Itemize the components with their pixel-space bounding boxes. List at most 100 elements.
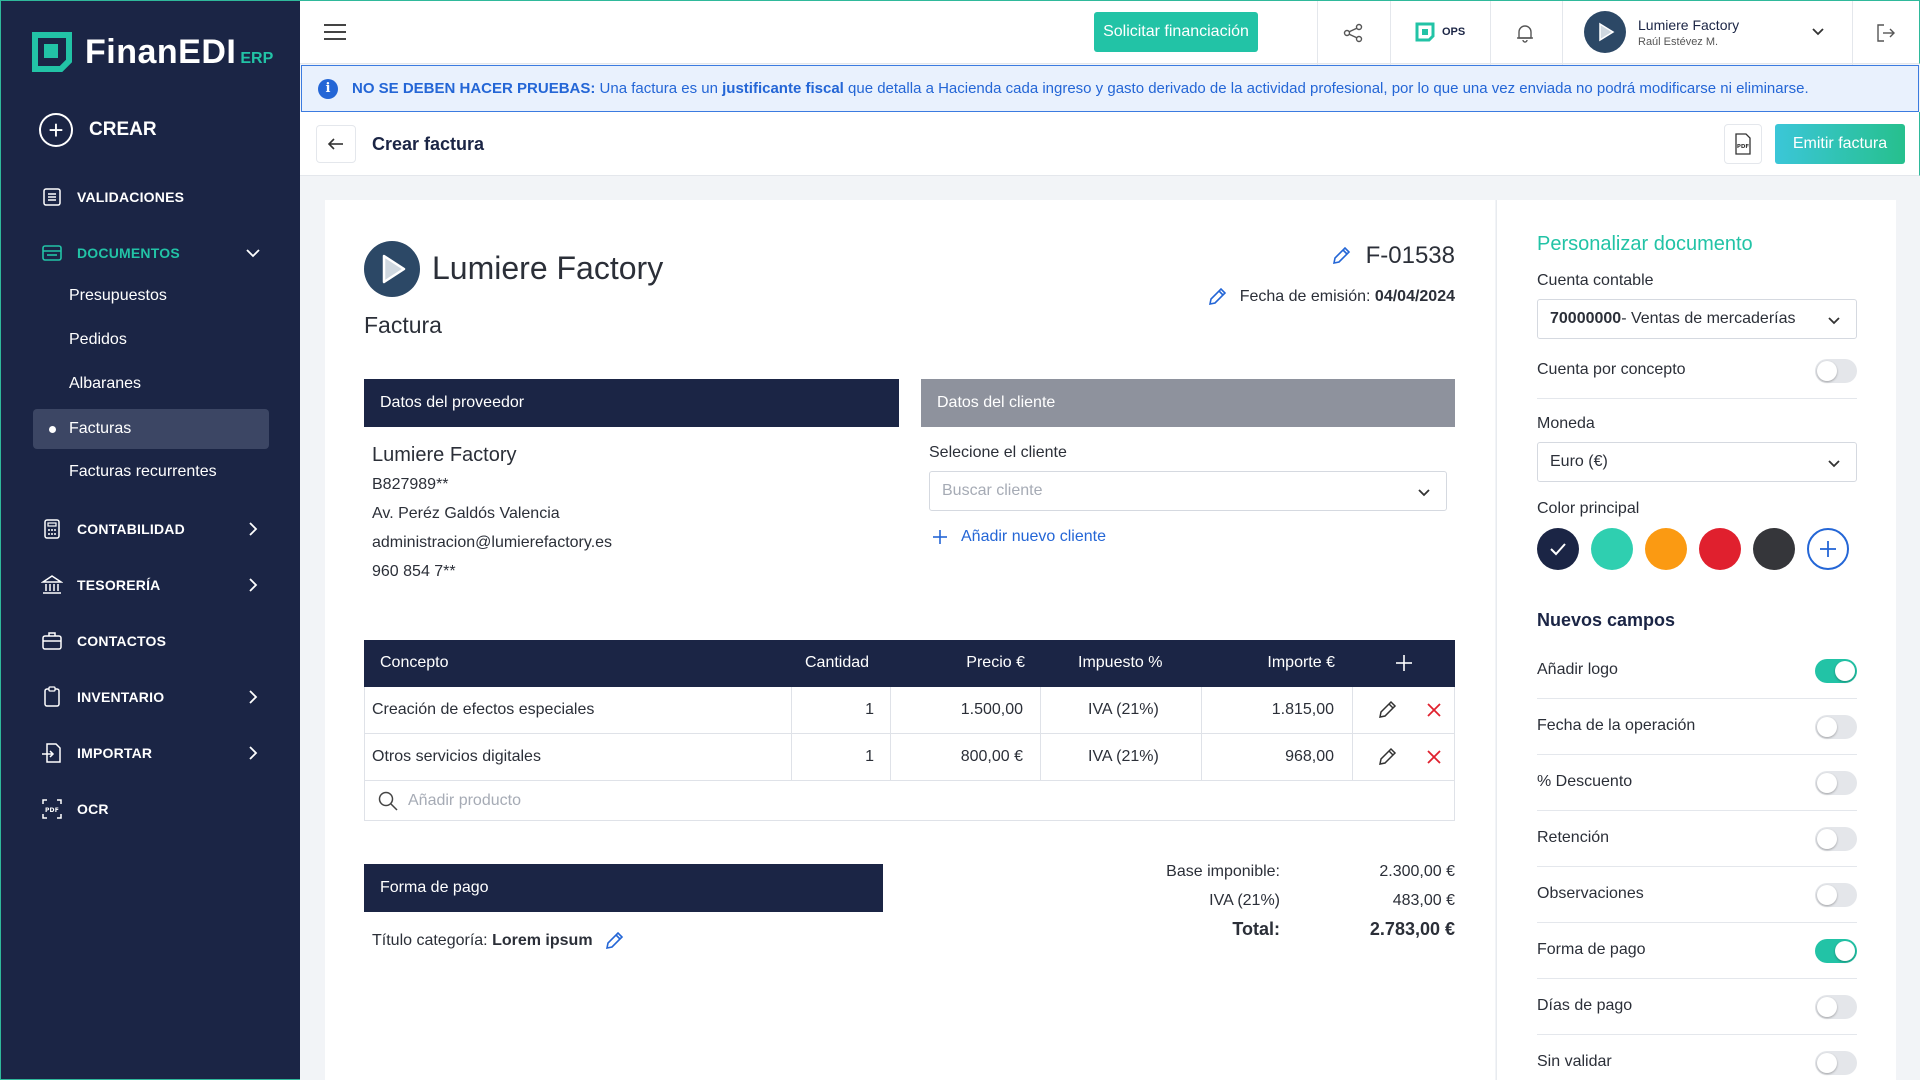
sidebar-item-contabilidad[interactable]: CONTABILIDAD — [41, 513, 271, 545]
color-swatch[interactable] — [1591, 528, 1633, 570]
back-button[interactable] — [316, 125, 356, 163]
user-menu[interactable]: Lumiere Factory Raúl Estévez M. — [1584, 11, 1739, 53]
bell-icon[interactable] — [1513, 21, 1537, 45]
table-row[interactable]: Otros servicios digitales 1 800,00 € IVA… — [364, 734, 1455, 781]
add-product-input[interactable]: Añadir producto — [364, 781, 1455, 821]
issue-date[interactable]: Fecha de emisión: 04/04/2024 — [1206, 286, 1455, 308]
cell-quantity: 1 — [865, 748, 874, 765]
sidebar-item-label: INVENTARIO — [77, 689, 165, 705]
divider — [1040, 687, 1041, 733]
page-header: Crear factura PDF Emitir factura — [300, 112, 1920, 176]
pdf-preview-button[interactable]: PDF — [1724, 124, 1762, 164]
payment-category-label: Título categoría: — [372, 932, 488, 949]
new-fields-title: Nuevos campos — [1537, 610, 1676, 630]
sidebar-item-validaciones[interactable]: VALIDACIONES — [41, 181, 271, 213]
alert-strong: NO SE DEBEN HACER PRUEBAS: — [352, 80, 596, 97]
sidebar-subitem-facturas-recurrentes[interactable]: Facturas recurrentes — [33, 452, 269, 492]
color-swatch[interactable] — [1699, 528, 1741, 570]
document-type: Factura — [364, 312, 442, 338]
user-name: Lumiere Factory — [1638, 16, 1740, 33]
field-toggle-row: Días de pago — [1537, 979, 1857, 1035]
color-swatch[interactable] — [1753, 528, 1795, 570]
import-file-icon — [41, 742, 63, 764]
field-toggle-switch[interactable] — [1815, 995, 1857, 1019]
pencil-icon[interactable] — [1376, 699, 1398, 721]
divider — [890, 687, 891, 733]
field-toggle-switch[interactable] — [1815, 659, 1857, 683]
add-color-button[interactable] — [1807, 528, 1849, 570]
toggle-knob — [1817, 717, 1837, 737]
delete-x-icon[interactable] — [1426, 749, 1442, 765]
currency-select[interactable]: Euro (€) — [1537, 442, 1857, 482]
toggle-knob — [1817, 1053, 1837, 1073]
per-concept-toggle[interactable] — [1815, 359, 1857, 383]
field-toggle-row: Sin validar — [1537, 1035, 1857, 1080]
field-toggle-switch[interactable] — [1815, 939, 1857, 963]
cell-amount: 968,00 — [1285, 748, 1334, 765]
sidebar-item-contactos[interactable]: CONTACTOS — [41, 625, 271, 657]
sidebar-subitem-pedidos[interactable]: Pedidos — [33, 320, 269, 360]
field-toggle-label: Fecha de la operación — [1537, 717, 1696, 734]
divider — [890, 734, 891, 780]
sidebar-item-importar[interactable]: IMPORTAR — [41, 737, 271, 769]
active-dot-icon — [49, 426, 56, 433]
payment-category-value: Lorem ipsum — [492, 932, 593, 949]
share-icon[interactable] — [1341, 21, 1365, 45]
sidebar-item-label: VALIDACIONES — [77, 189, 185, 205]
brand-name: FinanEDI — [85, 32, 237, 71]
create-button[interactable]: + CREAR — [39, 113, 157, 147]
add-column-plus-icon[interactable] — [1394, 653, 1414, 673]
color-swatch[interactable] — [1537, 528, 1579, 570]
field-toggle-switch[interactable] — [1815, 827, 1857, 851]
provider-header: Datos del proveedor — [364, 379, 899, 427]
add-new-client-label: Añadir nuevo cliente — [961, 528, 1106, 545]
toggle-knob — [1817, 773, 1837, 793]
hamburger-menu-icon[interactable] — [322, 21, 348, 43]
request-financing-button[interactable]: Solicitar financiación — [1094, 12, 1258, 52]
field-toggle-switch[interactable] — [1815, 1051, 1857, 1075]
account-select[interactable]: 70000000 - Ventas de mercaderías — [1537, 299, 1857, 339]
field-toggle-switch[interactable] — [1815, 771, 1857, 795]
client-search-select[interactable]: Buscar cliente — [929, 471, 1447, 511]
sidebar-subitem-albaranes[interactable]: Albaranes — [33, 364, 269, 404]
table-row[interactable]: Creación de efectos especiales 1 1.500,0… — [364, 687, 1455, 734]
sidebar-subitem-presupuestos[interactable]: Presupuestos — [33, 276, 269, 316]
sidebar-subitem-facturas[interactable]: Facturas — [33, 409, 269, 449]
chevron-down-icon[interactable] — [1808, 21, 1828, 41]
cell-tax: IVA (21%) — [1088, 748, 1159, 765]
field-toggle-switch[interactable] — [1815, 715, 1857, 739]
field-toggle-switch[interactable] — [1815, 883, 1857, 907]
total-value: 2.783,00 € — [1369, 919, 1455, 939]
field-toggle-row: % Descuento — [1537, 755, 1857, 811]
sidebar-item-label: OCR — [77, 801, 109, 817]
brand-logo[interactable]: FinanEDI ERP — [31, 31, 273, 73]
issue-invoice-button[interactable]: Emitir factura — [1775, 124, 1905, 164]
brand-suffix: ERP — [240, 50, 274, 67]
client-search-placeholder: Buscar cliente — [942, 482, 1043, 499]
column-header-concept: Concepto — [380, 654, 449, 671]
logout-icon[interactable] — [1874, 21, 1898, 45]
delete-x-icon[interactable] — [1426, 702, 1442, 718]
sidebar-subitem-label: Facturas — [69, 420, 132, 437]
cell-quantity: 1 — [865, 701, 874, 718]
sidebar-item-tesoreria[interactable]: TESORERÍA — [41, 569, 271, 601]
invoice-number[interactable]: F-01538 — [1330, 242, 1455, 270]
add-new-client-link[interactable]: Añadir nuevo cliente — [931, 528, 1106, 546]
divider — [791, 687, 792, 733]
ops-button[interactable]: OPS — [1414, 21, 1465, 43]
pencil-icon[interactable] — [1376, 746, 1398, 768]
sidebar-item-inventario[interactable]: INVENTARIO — [41, 681, 271, 713]
sidebar-item-documentos[interactable]: DOCUMENTOS — [41, 237, 271, 269]
toggle-knob — [1817, 997, 1837, 1017]
briefcase-icon — [41, 630, 63, 652]
sidebar-item-ocr[interactable]: PDF OCR — [41, 793, 271, 825]
cell-concept: Otros servicios digitales — [372, 748, 541, 765]
divider — [1201, 734, 1202, 780]
panel-title: Personalizar documento — [1537, 233, 1753, 255]
pencil-icon[interactable] — [603, 930, 625, 952]
pdf-scan-icon: PDF — [41, 798, 63, 820]
sidebar-subitem-label: Facturas recurrentes — [69, 463, 217, 480]
color-swatch[interactable] — [1645, 528, 1687, 570]
plus-circle-icon: + — [39, 113, 73, 147]
divider — [791, 734, 792, 780]
